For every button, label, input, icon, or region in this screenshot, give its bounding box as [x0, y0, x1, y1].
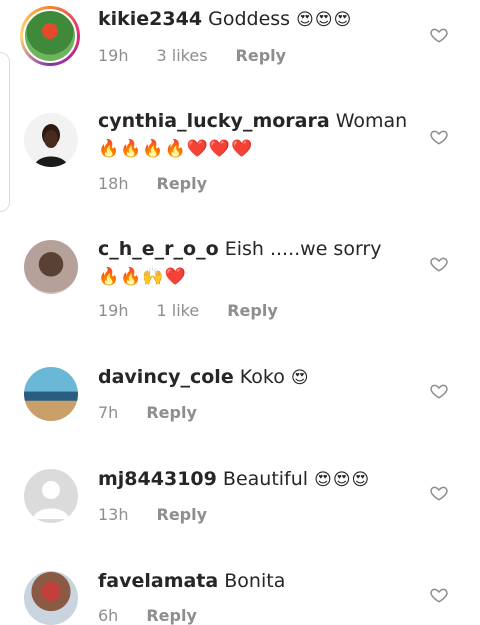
avatar[interactable]: [24, 469, 78, 523]
comment-body: Koko: [239, 366, 285, 388]
reply-button[interactable]: Reply: [236, 46, 287, 65]
comment-username[interactable]: favelamata: [98, 570, 218, 592]
comment-meta: 7h Reply: [98, 403, 197, 422]
comment-time: 13h: [98, 505, 129, 524]
comment-emoji: 😍😍😍: [314, 470, 371, 490]
heart-outline-icon[interactable]: [430, 382, 448, 400]
heart-outline-icon[interactable]: [430, 586, 448, 604]
comment-body: Woman: [335, 110, 408, 132]
reply-button[interactable]: Reply: [227, 301, 278, 320]
comment-username[interactable]: kikie2344: [98, 8, 202, 30]
comment-likes[interactable]: 3 likes: [157, 46, 208, 65]
comment-text: kikie2344 Goddess 😍😍😍: [98, 6, 420, 34]
comment-username[interactable]: cynthia_lucky_morara: [98, 110, 330, 132]
comment-username[interactable]: davincy_cole: [98, 366, 234, 388]
comment-text: mj8443109 Beautiful 😍😍😍: [98, 466, 420, 494]
comment-meta: 19h 3 likes Reply: [98, 46, 286, 65]
heart-outline-icon[interactable]: [430, 255, 448, 273]
avatar[interactable]: [24, 367, 78, 421]
heart-outline-icon[interactable]: [430, 484, 448, 502]
comment-text: cynthia_lucky_morara Woman 🔥🔥🔥🔥❤️❤️❤️: [98, 108, 420, 163]
comment-emoji: 😍: [290, 368, 310, 388]
side-panel-edge: [0, 52, 10, 212]
comment-body: Eish .....we sorry: [224, 238, 382, 260]
reply-button[interactable]: Reply: [146, 606, 197, 625]
comment-meta: 18h Reply: [98, 174, 207, 193]
avatar[interactable]: [24, 240, 78, 294]
reply-button[interactable]: Reply: [157, 174, 208, 193]
avatar[interactable]: [24, 571, 78, 625]
avatar-story-ring[interactable]: [20, 6, 80, 66]
comment-time: 6h: [98, 606, 119, 625]
comment-body: Bonita: [224, 570, 286, 592]
heart-outline-icon[interactable]: [430, 26, 448, 44]
comment-emoji: 😍😍😍: [296, 10, 353, 30]
avatar-portrait-icon: [34, 124, 68, 167]
comment-meta: 6h Reply: [98, 606, 197, 625]
reply-button[interactable]: Reply: [157, 505, 208, 524]
comment-body: Goddess: [208, 8, 291, 30]
comment-time: 19h: [98, 301, 129, 320]
avatar[interactable]: [24, 113, 78, 167]
comment-time: 7h: [98, 403, 119, 422]
comment-meta: 13h Reply: [98, 505, 207, 524]
comment-text: favelamata Bonita: [98, 568, 420, 595]
comment-emoji: 🔥🔥🔥🔥❤️❤️❤️: [98, 139, 254, 159]
comment-username[interactable]: c_h_e_r_o_o: [98, 238, 219, 260]
comment-emoji: 🔥🔥🙌❤️: [98, 267, 187, 287]
default-avatar-icon: [33, 481, 69, 519]
comment-time: 19h: [98, 46, 129, 65]
comment-meta: 19h 1 like Reply: [98, 301, 278, 320]
comment-likes[interactable]: 1 like: [157, 301, 200, 320]
avatar: [23, 9, 77, 63]
heart-outline-icon[interactable]: [430, 128, 448, 146]
comment-time: 18h: [98, 174, 129, 193]
comment-body: Beautiful: [222, 468, 309, 490]
reply-button[interactable]: Reply: [146, 403, 197, 422]
comment-text: c_h_e_r_o_o Eish .....we sorry 🔥🔥🙌❤️: [98, 236, 420, 291]
comment-username[interactable]: mj8443109: [98, 468, 217, 490]
comment-text: davincy_cole Koko 😍: [98, 364, 420, 392]
